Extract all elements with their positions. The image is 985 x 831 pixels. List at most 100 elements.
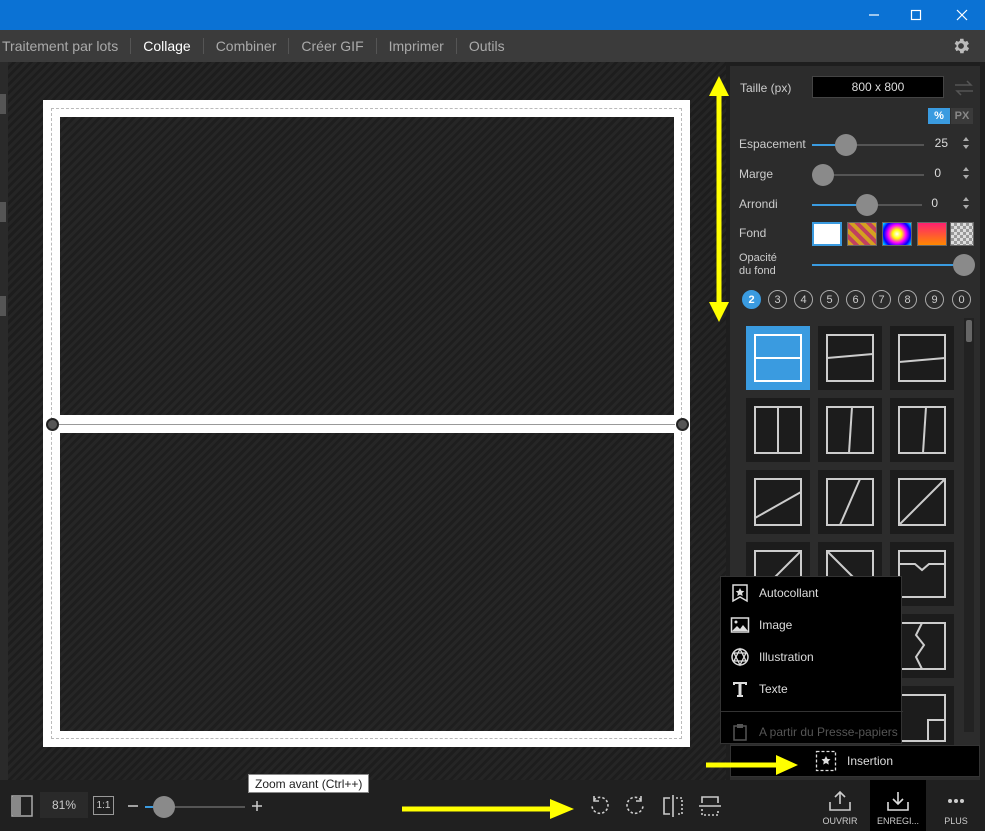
close-button[interactable] <box>939 0 985 30</box>
zoom-slider-knob[interactable] <box>153 796 175 818</box>
size-label: Taille (px) <box>740 81 792 95</box>
image-count-3[interactable]: 3 <box>768 290 787 309</box>
size-input[interactable]: 800 x 800 <box>812 76 944 98</box>
image-count-2[interactable]: 2 <box>742 290 761 309</box>
flip-horizontal-icon[interactable] <box>662 794 684 818</box>
image-count-7[interactable]: 7 <box>872 290 891 309</box>
layout-notch-icon <box>898 550 946 598</box>
rounding-slider[interactable] <box>812 194 922 216</box>
menu-item-image[interactable]: Image <box>721 610 903 640</box>
spinner-icon[interactable] <box>962 166 970 180</box>
more-icon <box>948 799 964 803</box>
divider-handle-left[interactable] <box>46 418 59 431</box>
layout-thumb[interactable] <box>746 398 810 462</box>
unit-percent-toggle[interactable]: % <box>928 108 950 124</box>
swap-icon[interactable] <box>952 78 976 98</box>
image-count-8[interactable]: 8 <box>898 290 917 309</box>
bg-swatch-gradient[interactable] <box>917 222 947 246</box>
rounding-value[interactable]: 0 <box>908 196 938 210</box>
open-button[interactable]: OUVRIR <box>812 780 868 831</box>
menu-combine[interactable]: Combiner <box>204 38 289 54</box>
spinner-icon[interactable] <box>962 136 970 150</box>
image-count-10[interactable]: 0 <box>952 290 971 309</box>
rounding-label: Arrondi <box>739 197 778 211</box>
bg-swatch-pattern[interactable] <box>847 222 877 246</box>
layout-thumb[interactable] <box>818 326 882 390</box>
bg-opacity-slider-knob[interactable] <box>953 254 975 276</box>
menu-item-sticker[interactable]: Autocollant <box>721 578 903 608</box>
zoom-out-icon[interactable] <box>127 800 139 812</box>
bg-swatch-white[interactable] <box>812 222 842 246</box>
margin-label: Marge <box>739 167 774 181</box>
layout-thumb[interactable] <box>818 470 882 534</box>
bg-swatch-transparent[interactable] <box>950 222 974 246</box>
image-count-5[interactable]: 5 <box>820 290 839 309</box>
minimize-button[interactable] <box>851 0 897 30</box>
divider-handle-right[interactable] <box>676 418 689 431</box>
layout-scrollbar[interactable] <box>964 318 974 732</box>
zoom-tooltip: Zoom avant (Ctrl++) <box>248 774 370 793</box>
save-label: ENREGI... <box>876 816 919 826</box>
layout-thumb[interactable] <box>818 398 882 462</box>
rotate-left-icon[interactable] <box>588 795 610 817</box>
minimize-icon <box>869 14 879 16</box>
toggle-panel-icon[interactable] <box>11 795 33 817</box>
arrow-to-rotate-annotation <box>402 799 574 819</box>
layout-split-slant-icon <box>898 334 946 382</box>
flip-vertical-icon[interactable] <box>698 795 722 817</box>
image-count-6[interactable]: 6 <box>846 290 865 309</box>
menu-create-gif[interactable]: Créer GIF <box>289 38 375 54</box>
spacing-label: Espacement <box>739 137 806 151</box>
zoom-value[interactable]: 81% <box>40 792 88 818</box>
margin-slider[interactable] <box>812 164 924 186</box>
spacing-slider[interactable] <box>812 134 924 156</box>
zoom-slider[interactable] <box>145 796 245 818</box>
layout-thumb[interactable] <box>890 326 954 390</box>
menu-item-text[interactable]: Texte <box>721 674 903 704</box>
layout-thumb[interactable] <box>746 326 810 390</box>
spinner-icon[interactable] <box>962 196 970 210</box>
spacing-value[interactable]: 25 <box>918 136 948 150</box>
rounding-slider-knob[interactable] <box>856 194 878 216</box>
insert-label: Insertion <box>847 754 894 768</box>
layout-thumb[interactable] <box>890 470 954 534</box>
more-label: PLUS <box>944 816 968 826</box>
layout-scrollbar-thumb[interactable] <box>966 320 972 342</box>
download-icon <box>887 792 909 811</box>
unit-px-toggle[interactable]: PX <box>951 108 973 124</box>
spacing-slider-knob[interactable] <box>835 134 857 156</box>
title-bar <box>0 0 985 30</box>
maximize-button[interactable] <box>893 0 939 30</box>
collage-cell-bottom[interactable] <box>60 433 674 731</box>
collage-cell-top[interactable] <box>60 117 674 415</box>
menu-tools[interactable]: Outils <box>457 38 517 54</box>
layout-thumb[interactable] <box>746 470 810 534</box>
mode-menu: Traitement par lots Collage Combiner Cré… <box>0 30 985 62</box>
layout-diagonal-icon <box>754 478 802 526</box>
menu-batch-processing[interactable]: Traitement par lots <box>0 38 130 54</box>
arrow-to-insert-annotation <box>706 755 798 775</box>
bg-opacity-slider[interactable] <box>812 254 975 276</box>
image-count-9[interactable]: 9 <box>925 290 944 309</box>
layout-split-vertical-slant-icon <box>898 406 946 454</box>
menu-item-label: Autocollant <box>759 586 819 600</box>
more-button[interactable]: PLUS <box>928 780 984 831</box>
menu-item-illustration[interactable]: Illustration <box>721 642 903 672</box>
margin-value[interactable]: 0 <box>911 166 941 180</box>
layout-thumb[interactable] <box>890 398 954 462</box>
bg-swatch-spectrum[interactable] <box>882 222 912 246</box>
app-window: Traitement par lots Collage Combiner Cré… <box>0 0 985 831</box>
margin-slider-knob[interactable] <box>812 164 834 186</box>
menu-divider <box>721 711 903 712</box>
menu-collage[interactable]: Collage <box>131 38 202 54</box>
rotate-right-icon[interactable] <box>625 795 647 817</box>
zoom-in-icon[interactable] <box>251 800 263 812</box>
image-count-4[interactable]: 4 <box>794 290 813 309</box>
layout-split-slant-icon <box>826 334 874 382</box>
zoom-1to1-button[interactable]: 1:1 <box>93 796 114 815</box>
layout-split-horizontal-icon <box>754 334 802 382</box>
gear-icon[interactable] <box>951 36 971 56</box>
sticker-icon <box>732 584 748 603</box>
save-button[interactable]: ENREGI... <box>870 780 926 831</box>
menu-print[interactable]: Imprimer <box>377 38 456 54</box>
